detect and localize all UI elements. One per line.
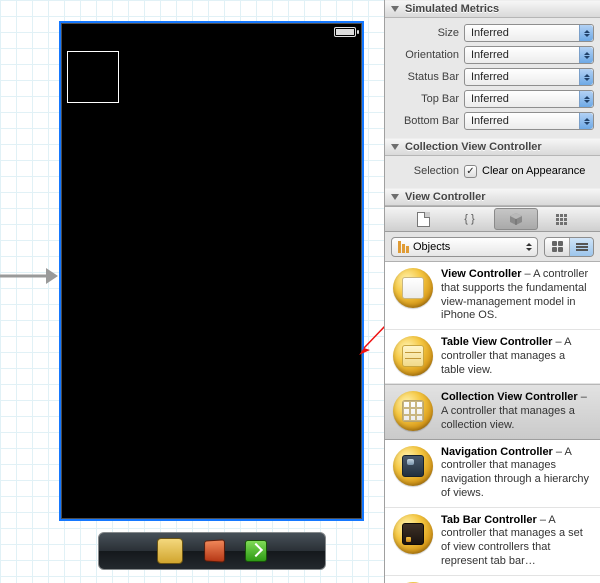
disclosure-icon bbox=[391, 194, 399, 200]
dropdown-arrows-icon bbox=[521, 238, 537, 256]
nav-controller-icon bbox=[393, 446, 433, 486]
inspector-panel: Simulated Metrics Size Inferred Orientati… bbox=[384, 0, 600, 583]
section-title: Collection View Controller bbox=[405, 141, 542, 153]
library-item-nav-controller[interactable]: Navigation Controller – A controller tha… bbox=[385, 440, 600, 508]
size-label: Size bbox=[391, 27, 459, 39]
view-controller-header[interactable]: View Controller bbox=[385, 188, 600, 206]
grid-view-button[interactable] bbox=[545, 238, 569, 256]
bottombar-combo[interactable]: Inferred bbox=[464, 112, 594, 130]
stepper-icon bbox=[579, 69, 593, 85]
orientation-label: Orientation bbox=[391, 49, 459, 61]
file-icon bbox=[417, 212, 430, 227]
clear-on-appearance-checkbox[interactable]: ✓ bbox=[464, 165, 477, 178]
view-controller-icon bbox=[393, 268, 433, 308]
media-tab[interactable] bbox=[540, 208, 584, 230]
library-filter: Objects bbox=[385, 232, 600, 262]
library-view-toggle bbox=[544, 237, 594, 257]
stepper-icon bbox=[579, 25, 593, 41]
scene-dock bbox=[98, 532, 326, 570]
stepper-icon bbox=[579, 91, 593, 107]
entry-arrow-icon bbox=[0, 266, 58, 286]
library-item-tabbar-controller[interactable]: Tab Bar Controller – A controller that m… bbox=[385, 508, 600, 576]
collection-vc-header[interactable]: Collection View Controller bbox=[385, 138, 600, 156]
collection-view-cell[interactable] bbox=[67, 51, 119, 103]
section-title: View Controller bbox=[405, 191, 485, 203]
table-vc-icon bbox=[393, 336, 433, 376]
code-snippets-tab[interactable]: { } bbox=[448, 208, 492, 230]
collection-view-controller-scene[interactable] bbox=[59, 21, 364, 521]
library-item-page-vc[interactable]: Page View Controller – Presents a sequen… bbox=[385, 576, 600, 583]
library-item-collection-vc[interactable]: Collection View Controller – A controlle… bbox=[385, 384, 600, 439]
collection-vc-icon bbox=[393, 391, 433, 431]
topbar-label: Top Bar bbox=[391, 93, 459, 105]
first-responder-icon[interactable] bbox=[157, 538, 183, 564]
bars-icon bbox=[398, 241, 409, 253]
library-item-table-vc[interactable]: Table View Controller – A controller tha… bbox=[385, 330, 600, 384]
stepper-icon bbox=[579, 47, 593, 63]
topbar-combo[interactable]: Inferred bbox=[464, 90, 594, 108]
canvas[interactable] bbox=[0, 0, 384, 583]
library-tabbar: { } bbox=[385, 206, 600, 232]
clear-label: Clear on Appearance bbox=[482, 165, 585, 177]
size-combo[interactable]: Inferred bbox=[464, 24, 594, 42]
library-category-dropdown[interactable]: Objects bbox=[391, 237, 538, 257]
section-title: Simulated Metrics bbox=[405, 3, 499, 15]
tabbar-controller-icon bbox=[393, 514, 433, 554]
simulated-metrics-form: Size Inferred Orientation Inferred Status … bbox=[385, 18, 600, 138]
object-library-list[interactable]: View Controller – A controller that supp… bbox=[385, 262, 600, 583]
stepper-icon bbox=[579, 113, 593, 129]
objects-tab[interactable] bbox=[494, 208, 538, 230]
bottombar-label: Bottom Bar bbox=[391, 115, 459, 127]
selection-label: Selection bbox=[391, 165, 459, 177]
view-controller-icon[interactable] bbox=[204, 539, 225, 562]
orientation-combo[interactable]: Inferred bbox=[464, 46, 594, 64]
cube-icon bbox=[509, 212, 523, 226]
list-view-button[interactable] bbox=[569, 238, 593, 256]
collection-vc-form: Selection ✓ Clear on Appearance bbox=[385, 156, 600, 188]
simulated-metrics-header[interactable]: Simulated Metrics bbox=[385, 0, 600, 18]
library-item-view-controller[interactable]: View Controller – A controller that supp… bbox=[385, 262, 600, 330]
battery-icon bbox=[334, 27, 356, 37]
statusbar-label: Status Bar bbox=[391, 71, 459, 83]
braces-icon: { } bbox=[464, 213, 474, 225]
exit-icon[interactable] bbox=[245, 540, 267, 562]
statusbar-combo[interactable]: Inferred bbox=[464, 68, 594, 86]
grid-icon bbox=[556, 214, 567, 225]
disclosure-icon bbox=[391, 6, 399, 12]
file-templates-tab[interactable] bbox=[402, 208, 446, 230]
disclosure-icon bbox=[391, 144, 399, 150]
